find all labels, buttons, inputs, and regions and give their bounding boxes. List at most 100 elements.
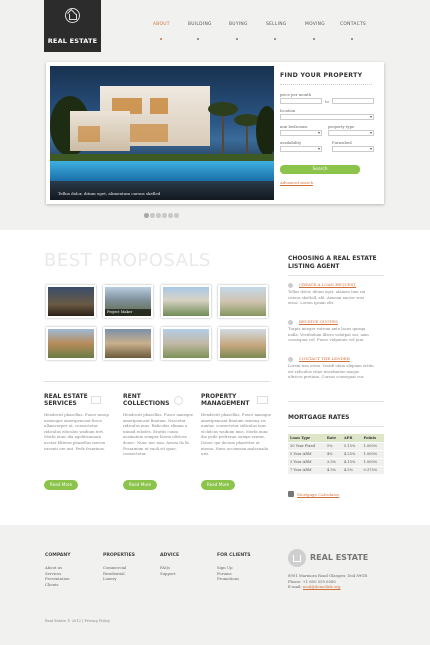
property-thumb[interactable] [46, 327, 96, 360]
price-to-input[interactable] [332, 98, 374, 104]
find-title: FIND YOUR PROPERTY [280, 72, 363, 79]
nav-buying[interactable]: BUYING [229, 22, 248, 27]
column-body: Hendrerit phasellus. Fusce nesup naenequ… [44, 412, 109, 451]
nav-about[interactable]: ABOUT [153, 22, 170, 27]
hero-photo[interactable]: Tellus dolor, ditum eget, alimentum curs… [50, 66, 274, 200]
column-header: Rate [324, 434, 342, 443]
pager-dot[interactable] [162, 213, 167, 218]
rates-title: MORTGAGE RATES [288, 414, 350, 421]
step-link[interactable]: CONTACT THE LENDER [299, 356, 350, 361]
thumb-label: Project Maker [105, 309, 151, 316]
read-more-button[interactable]: Read More [44, 480, 78, 490]
divider [288, 426, 384, 427]
footer-link[interactable]: Presentation [45, 576, 70, 582]
table-cell: 5 Year ARM [288, 450, 325, 459]
table-cell: 1.000% [361, 450, 384, 459]
property-thumb[interactable] [103, 327, 153, 360]
footer-heading: PROPERTIES [103, 553, 135, 558]
table-cell: 5% [324, 442, 342, 451]
nav-dot [197, 38, 199, 40]
table-cell: 4.5% [324, 466, 342, 475]
step-text: Lorem non orem. Vestib ulum aliquam erti… [288, 363, 374, 380]
nav-dot [351, 38, 353, 40]
footer-link[interactable]: Luxury [103, 576, 126, 582]
property-thumb[interactable] [161, 327, 211, 360]
footer-link[interactable]: Promotions [217, 576, 239, 582]
furnished-select[interactable] [332, 146, 374, 152]
column-header: APR [341, 434, 362, 443]
bedrooms-select[interactable] [280, 130, 322, 136]
table-cell: 3.5% [324, 458, 342, 467]
property-thumb[interactable] [218, 285, 268, 318]
bedrooms-label: min bedrooms [280, 124, 308, 129]
pager-dot[interactable] [168, 213, 173, 218]
property-thumb[interactable] [161, 285, 211, 318]
footer-link[interactable]: Commercial [103, 565, 126, 571]
table-cell: 4.15% [341, 458, 362, 467]
property-thumb[interactable]: Project Maker [103, 285, 153, 318]
column-header: Loan Type [288, 434, 325, 443]
agent-title: LISTING AGENT [288, 262, 340, 270]
nav-selling[interactable]: SELLING [266, 22, 287, 27]
email-label: E-mail: [288, 584, 303, 590]
house-icon [65, 8, 80, 23]
step-link[interactable]: RECEIVE QUOTES [299, 319, 338, 324]
table-cell: 4% [324, 450, 342, 459]
table-cell: 4.5% [341, 466, 362, 475]
search-button[interactable]: Search [280, 165, 360, 174]
pager-dot[interactable] [144, 213, 149, 218]
footer-links: Sign Up Forums Promotions [217, 565, 239, 582]
footer-link[interactable]: Clients [45, 582, 70, 588]
step-icon [288, 283, 293, 288]
mortgage-calculator-link[interactable]: Mortgage Calculator [297, 492, 339, 497]
table-row: 7 Year ARM 4.5% 4.5% 0.375% [288, 466, 384, 475]
divider [280, 84, 372, 85]
nav-dot [313, 38, 315, 40]
availability-select[interactable] [280, 146, 322, 152]
nav-building[interactable]: BUILDING [188, 22, 212, 27]
table-cell: 3 Year ARM [288, 458, 325, 467]
pool [50, 161, 274, 181]
pager-dot[interactable] [150, 213, 155, 218]
property-type-select[interactable] [328, 130, 374, 136]
folder-icon [257, 396, 268, 404]
read-more-button[interactable]: Read More [201, 480, 235, 490]
logo[interactable]: REAL ESTATE [44, 0, 101, 52]
divider [288, 275, 384, 276]
palm-leaves [208, 102, 238, 116]
advanced-search-link[interactable]: Advanced search [280, 180, 313, 185]
email-link[interactable]: mail@demolink.org [303, 584, 341, 589]
nav-contacts[interactable]: CONTACTS [340, 22, 366, 27]
property-thumb[interactable] [46, 285, 96, 318]
footer-link[interactable]: Support [160, 571, 176, 577]
footer-heading: ADVICE [160, 553, 180, 558]
footer-links: FAQs Support [160, 565, 176, 576]
rent-column: RENT COLLECTIONS Hendrerit phasellus. Fu… [123, 393, 193, 457]
agent-title: CHOOSING A REAL ESTATE [288, 255, 377, 262]
logo-text: REAL ESTATE [47, 37, 98, 45]
step-icon [288, 357, 293, 362]
furnished-label: Furnished [332, 140, 352, 145]
step-text: Tellus dolor, ditum eget, alamen tum rui… [288, 289, 366, 306]
contact-info: 8901 Marmora Road Glasgow, Do4 89GR Phon… [288, 573, 367, 590]
column-title: SERVICES [44, 400, 77, 407]
nav-dot [274, 38, 276, 40]
house-icon [293, 555, 301, 562]
property-thumb[interactable] [218, 327, 268, 360]
location-select[interactable] [280, 114, 374, 120]
step-link[interactable]: CREATE A LOAN REQUEST [299, 282, 356, 287]
step-text: Turpis integer rutrum ante lacus quisqu … [288, 326, 369, 343]
price-label: price per month [280, 92, 312, 97]
best-proposals-title: BEST PROPOSALS [44, 250, 211, 271]
find-property-form: FIND YOUR PROPERTY price per month to lo… [280, 72, 380, 185]
price-from-input[interactable] [280, 98, 322, 104]
email-line: E-mail: mail@demolink.org [288, 584, 367, 590]
location-label: location [280, 108, 296, 113]
read-more-button[interactable]: Read More [123, 480, 157, 490]
footer: COMPANY About us Services Presentation C… [0, 525, 430, 645]
pager-dot[interactable] [156, 213, 161, 218]
pager-dot[interactable] [174, 213, 179, 218]
table-cell: 1.000% [361, 442, 384, 451]
column-body: Hendrerit phasellus. Fusce naneque ameri… [201, 412, 271, 457]
nav-moving[interactable]: MOVING [305, 22, 325, 27]
